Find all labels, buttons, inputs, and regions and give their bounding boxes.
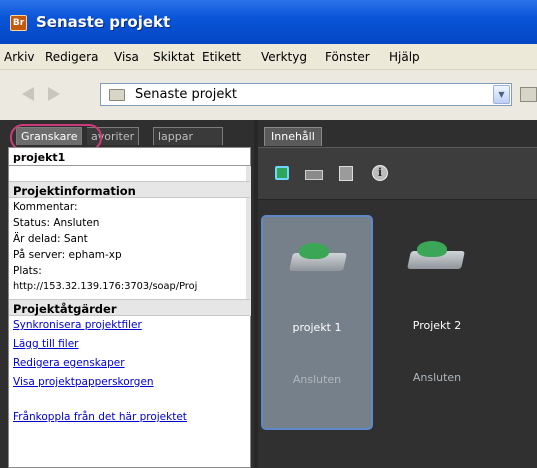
project-tile[interactable]: Projekt 2 Ansluten — [381, 215, 493, 430]
panel-header: projekt1 — [9, 148, 250, 166]
folder-icon — [109, 89, 125, 101]
project-server-icon — [407, 241, 465, 269]
tray-settings-icon[interactable] — [305, 170, 323, 180]
path-bar: Senaste projekt ▼ — [0, 70, 537, 120]
back-arrow-icon[interactable] — [22, 87, 34, 101]
project-tile-status: Ansluten — [412, 371, 462, 384]
forward-arrow-icon[interactable] — [48, 87, 60, 101]
info-location-url: http://153.32.139.176:3703/soap/Proj — [13, 281, 198, 292]
project-tile-status: Ansluten — [292, 373, 342, 386]
info-status: Status: Ansluten — [13, 217, 100, 229]
path-value: Senaste projekt — [135, 87, 237, 102]
new-project-icon[interactable] — [275, 166, 289, 180]
project-name: projekt1 — [13, 151, 66, 164]
project-tile[interactable]: projekt 1 Ansluten — [261, 215, 373, 430]
view-trash-link[interactable]: Visa projektpapperskorgen — [13, 376, 154, 388]
project-info-title: Projektinformation — [13, 184, 136, 198]
disconnect-project-link[interactable]: Frånkoppla från det här projektet — [13, 411, 187, 423]
info-icon[interactable]: i — [372, 165, 388, 181]
menu-skiktat[interactable]: Skiktat — [153, 50, 195, 64]
inspector-panel: projekt1 Projektinformation Kommentar: S… — [8, 147, 251, 468]
menu-verktyg[interactable]: Verktyg — [261, 50, 307, 64]
chevron-down-icon[interactable]: ▼ — [493, 85, 510, 104]
file-stack-icon[interactable] — [339, 166, 353, 181]
edit-properties-link[interactable]: Redigera egenskaper — [13, 357, 125, 369]
title-bar: Br Senaste projekt — [0, 0, 537, 44]
project-actions-section: Projektåtgärder — [9, 299, 250, 316]
project-tile-name: Projekt 2 — [412, 319, 462, 332]
menu-hjalp[interactable]: Hjälp — [389, 50, 420, 64]
go-up-folder-icon[interactable] — [520, 87, 537, 102]
menu-arkiv[interactable]: Arkiv — [4, 50, 35, 64]
info-location-label: Plats: — [13, 265, 42, 277]
path-dropdown[interactable]: Senaste projekt ▼ — [100, 83, 512, 106]
tab-innehall[interactable]: Innehåll — [264, 127, 322, 146]
tab-mappar[interactable]: lappar — [153, 127, 223, 145]
sync-files-link[interactable]: Synkronisera projektfiler — [13, 319, 142, 331]
content-toolbar: i — [258, 147, 537, 199]
project-server-icon — [289, 243, 347, 271]
project-tile-name: projekt 1 — [292, 321, 342, 334]
bridge-app-icon: Br — [10, 15, 27, 31]
content-grid: projekt 1 Ansluten Projekt 2 Ansluten — [258, 199, 537, 468]
project-actions-title: Projektåtgärder — [13, 302, 117, 316]
menu-bar: Arkiv Redigera Visa Skiktat Etikett Verk… — [0, 44, 537, 70]
info-server: På server: epham-xp — [13, 249, 122, 261]
menu-fonster[interactable]: Fönster — [325, 50, 370, 64]
menu-etikett[interactable]: Etikett — [202, 50, 241, 64]
window-title: Senaste projekt — [36, 13, 171, 31]
menu-redigera[interactable]: Redigera — [45, 50, 98, 64]
info-comment: Kommentar: — [13, 201, 78, 213]
menu-visa[interactable]: Visa — [114, 50, 139, 64]
info-shared: Är delad: Sant — [13, 233, 88, 245]
project-info-section: Projektinformation — [9, 181, 250, 198]
add-files-link[interactable]: Lägg till filer — [13, 338, 78, 350]
